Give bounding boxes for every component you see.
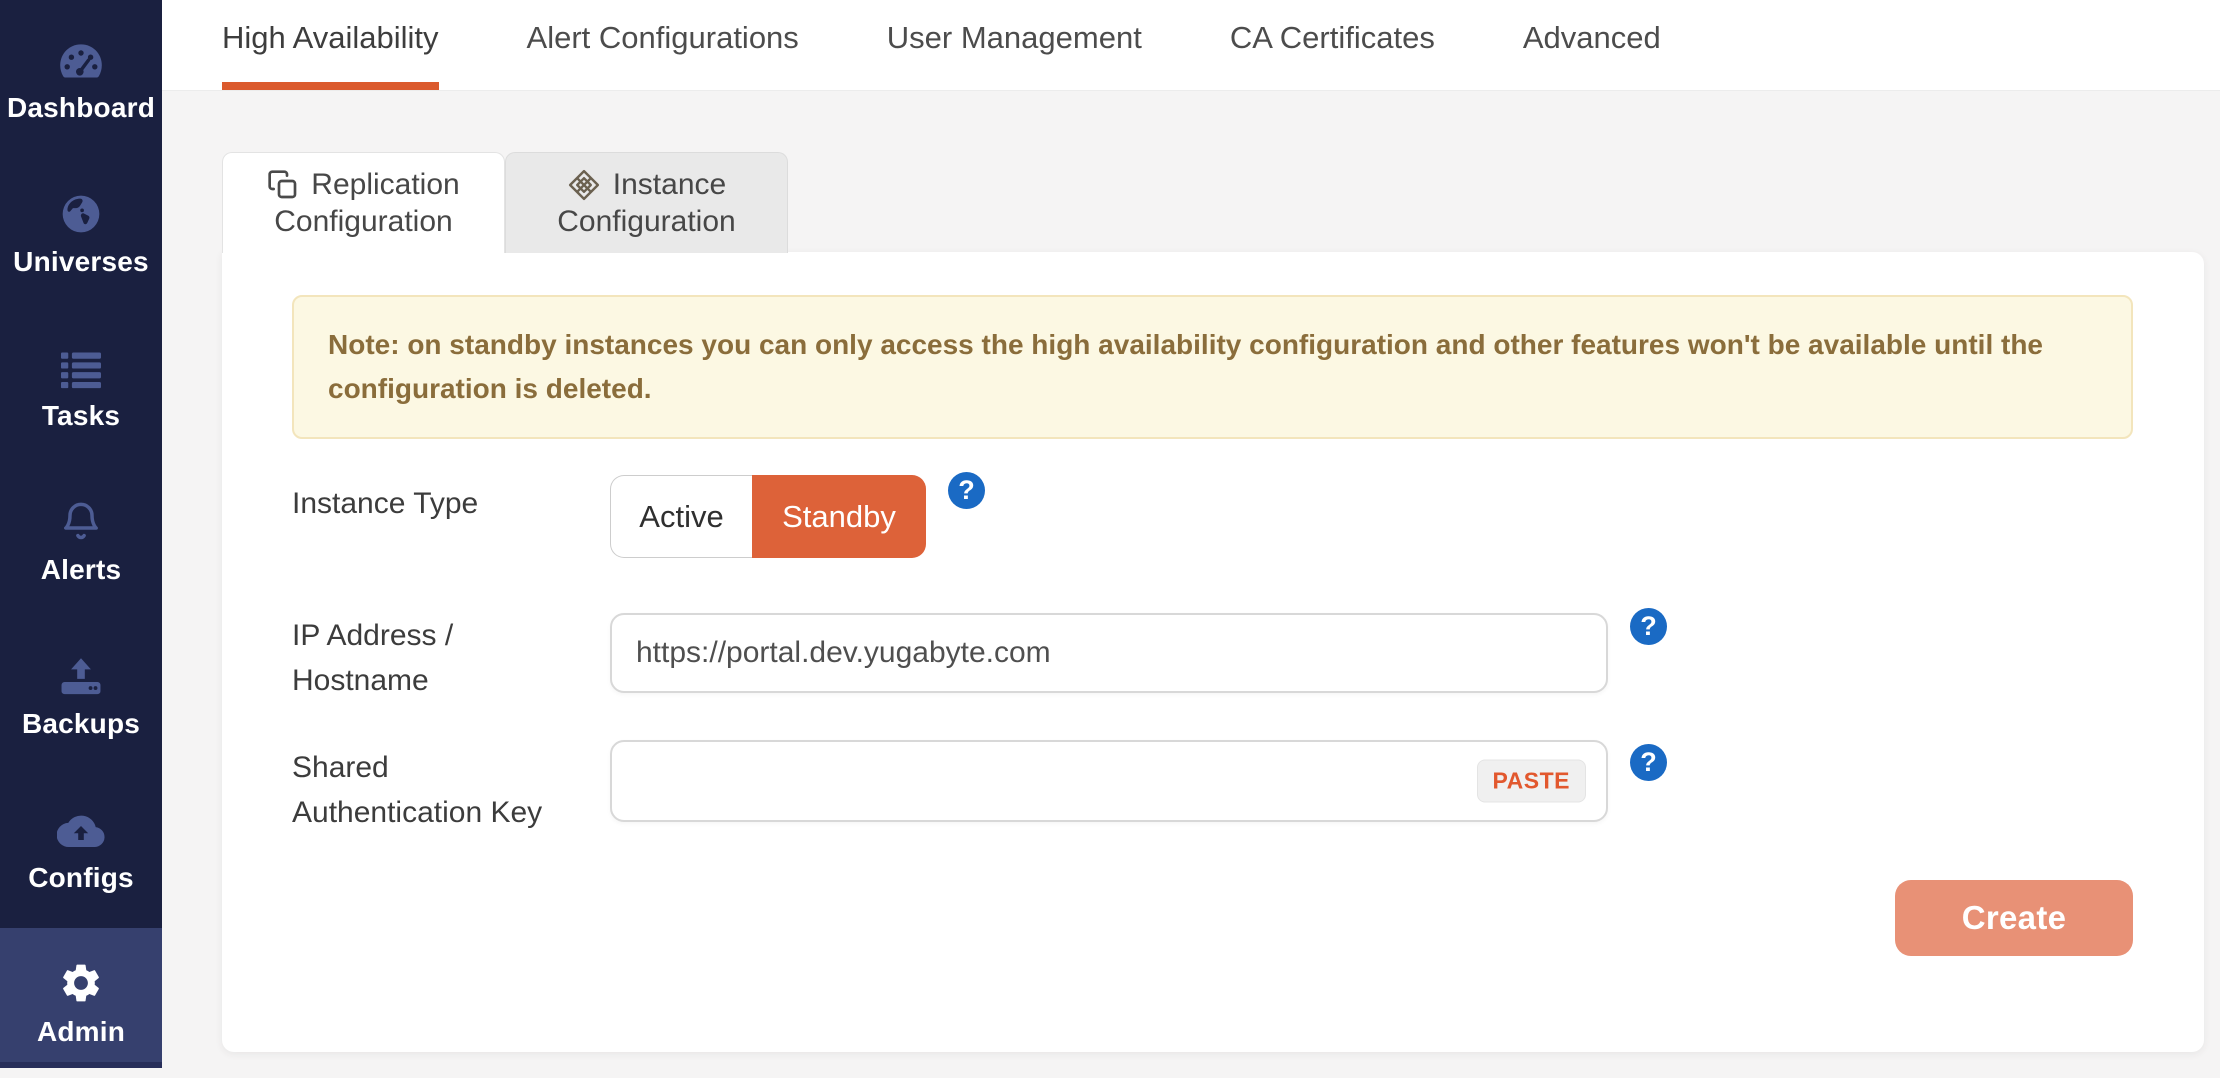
instance-type-toggle: Active Standby bbox=[610, 475, 926, 558]
app-root: Dashboard Universes bbox=[0, 0, 2220, 1068]
top-tab-bar: High Availability Alert Configurations U… bbox=[162, 0, 2220, 91]
instance-type-label: Instance Type bbox=[292, 481, 478, 526]
globe-icon bbox=[59, 188, 103, 236]
tab-label: Advanced bbox=[1523, 20, 1661, 56]
tab-label: CA Certificates bbox=[1230, 20, 1435, 56]
bell-icon bbox=[59, 496, 103, 544]
tab-label: User Management bbox=[887, 20, 1142, 56]
sidebar-item-label: Admin bbox=[37, 1016, 125, 1048]
box-icon bbox=[567, 168, 601, 202]
backup-upload-icon bbox=[58, 650, 104, 698]
tab-label: High Availability bbox=[222, 20, 439, 56]
tab-alert-configurations[interactable]: Alert Configurations bbox=[527, 0, 799, 90]
ha-config-card: Note: on standby instances you can only … bbox=[222, 252, 2204, 1052]
sidebar-item-label: Backups bbox=[22, 708, 140, 740]
shared-auth-key-field: PASTE bbox=[610, 740, 1608, 822]
ip-address-label: IP Address / Hostname bbox=[292, 613, 453, 703]
active-tab-underline bbox=[222, 82, 439, 90]
create-button[interactable]: Create bbox=[1895, 880, 2133, 956]
tab-user-management[interactable]: User Management bbox=[887, 0, 1142, 90]
cloud-upload-icon bbox=[57, 804, 105, 852]
paste-button[interactable]: PASTE bbox=[1477, 760, 1586, 803]
sidebar-item-tasks[interactable]: Tasks bbox=[0, 342, 162, 462]
ip-address-input[interactable] bbox=[610, 613, 1608, 693]
instance-type-help-icon[interactable]: ? bbox=[948, 472, 985, 509]
sidebar-item-configs[interactable]: Configs bbox=[0, 804, 162, 924]
sidebar-item-label: Configs bbox=[28, 862, 134, 894]
shared-auth-key-help-icon[interactable]: ? bbox=[1630, 744, 1667, 781]
instance-type-active-button[interactable]: Active bbox=[610, 475, 752, 558]
tab-replication-configuration[interactable]: Replication Configuration bbox=[222, 152, 505, 253]
tab-ca-certificates[interactable]: CA Certificates bbox=[1230, 0, 1435, 90]
sidebar: Dashboard Universes bbox=[0, 0, 162, 1068]
card-tab-label-line2: Configuration bbox=[274, 205, 452, 239]
shared-auth-key-label: Shared Authentication Key bbox=[292, 745, 542, 835]
copy-icon bbox=[267, 169, 299, 201]
sidebar-item-alerts[interactable]: Alerts bbox=[0, 496, 162, 616]
sidebar-item-admin[interactable]: Admin bbox=[0, 958, 162, 1078]
card-tab-label-line1: Instance bbox=[613, 168, 726, 202]
sidebar-item-dashboard[interactable]: Dashboard bbox=[0, 34, 162, 154]
instance-type-standby-button[interactable]: Standby bbox=[752, 475, 926, 558]
sidebar-item-label: Alerts bbox=[41, 554, 122, 586]
card-tab-label-line1: Replication bbox=[311, 168, 459, 202]
gauge-icon bbox=[57, 34, 105, 82]
sidebar-item-label: Dashboard bbox=[7, 92, 155, 124]
card-tab-label-line2: Configuration bbox=[557, 205, 735, 239]
tab-advanced[interactable]: Advanced bbox=[1523, 0, 1661, 90]
ip-address-help-icon[interactable]: ? bbox=[1630, 608, 1667, 645]
shared-auth-key-input[interactable] bbox=[610, 740, 1608, 822]
tab-high-availability[interactable]: High Availability bbox=[222, 0, 439, 90]
tab-instance-configuration[interactable]: Instance Configuration bbox=[505, 152, 788, 253]
sidebar-item-backups[interactable]: Backups bbox=[0, 650, 162, 770]
tab-label: Alert Configurations bbox=[527, 20, 799, 56]
standby-note-banner: Note: on standby instances you can only … bbox=[292, 295, 2133, 439]
task-list-icon bbox=[59, 342, 103, 390]
sidebar-item-label: Tasks bbox=[42, 400, 120, 432]
gear-icon bbox=[58, 958, 104, 1006]
sidebar-item-universes[interactable]: Universes bbox=[0, 188, 162, 308]
sidebar-item-label: Universes bbox=[13, 246, 149, 278]
